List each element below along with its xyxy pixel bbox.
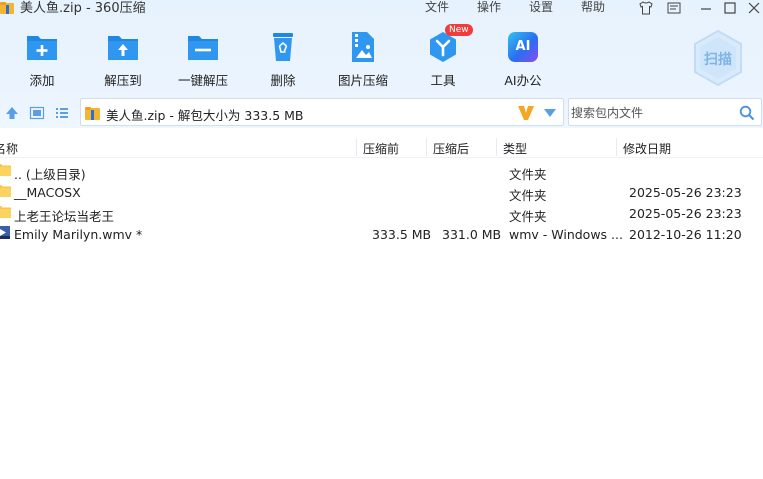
- file-size-after: 331.0 MB: [442, 227, 502, 242]
- extract-folder-icon: [108, 36, 138, 60]
- zip-file-icon: [85, 107, 100, 120]
- address-path: 美人鱼.zip - 解包大小为 333.5 MB: [106, 108, 304, 123]
- file-name: __MACOSX: [14, 185, 81, 200]
- ai-office-label: AI办公: [504, 73, 542, 88]
- maximize-icon[interactable]: [722, 1, 738, 15]
- extract-to-button[interactable]: 解压到: [83, 30, 163, 90]
- file-modified: 2025-05-26 23:23: [629, 206, 742, 221]
- ai-icon-text: AI: [515, 39, 531, 54]
- table-row[interactable]: Emily Marilyn.wmv * 333.5 MB 331.0 MB wm…: [0, 223, 763, 244]
- column-type[interactable]: 类型: [503, 140, 527, 157]
- column-modified[interactable]: 修改日期: [623, 140, 671, 157]
- thumbnail-view-icon[interactable]: [29, 105, 45, 121]
- title-bar: 美人鱼.zip - 360压缩 文件 操作 设置 帮助: [0, 0, 763, 18]
- minimize-icon[interactable]: [698, 1, 714, 15]
- file-name: Emily Marilyn.wmv *: [14, 227, 143, 242]
- table-header: 名称 压缩前 压缩后 类型 修改日期: [0, 136, 763, 158]
- one-click-extract-label: 一键解压: [177, 73, 228, 88]
- file-modified: 2012-10-26 11:20: [629, 227, 742, 242]
- skin-icon[interactable]: [638, 1, 654, 15]
- one-click-extract-button[interactable]: 一键解压: [163, 30, 243, 90]
- new-badge: New: [445, 24, 473, 36]
- zip-app-icon: [0, 2, 14, 14]
- chevron-down-icon[interactable]: [544, 109, 556, 117]
- column-name[interactable]: 名称: [0, 140, 18, 157]
- menu-operate[interactable]: 操作: [477, 0, 501, 15]
- add-label: 添加: [29, 73, 55, 88]
- column-divider[interactable]: [496, 138, 497, 156]
- quick-extract-icon: [188, 36, 218, 60]
- search-icon[interactable]: [739, 105, 755, 121]
- search-box[interactable]: [568, 98, 762, 126]
- extract-to-label: 解压到: [104, 73, 142, 88]
- column-before[interactable]: 压缩前: [363, 140, 399, 157]
- table-row[interactable]: __MACOSX 文件夹 2025-05-26 23:23: [0, 181, 763, 203]
- ai-office-icon: AI: [508, 32, 538, 62]
- table-row[interactable]: 上老王论坛当老王 文件夹 2025-05-26 23:23: [0, 202, 763, 224]
- up-arrow-icon[interactable]: [4, 105, 20, 121]
- scan-label: 扫描: [704, 52, 732, 68]
- folder-icon: [0, 206, 11, 218]
- ai-office-button[interactable]: AI AI办公: [483, 30, 563, 90]
- column-divider[interactable]: [356, 138, 357, 156]
- delete-label: 删除: [270, 73, 296, 88]
- folder-icon: [0, 185, 11, 197]
- add-folder-icon: [27, 36, 57, 60]
- file-type: wmv - Windows ...: [509, 227, 623, 242]
- delete-button[interactable]: 删除: [243, 30, 323, 90]
- image-compress-label: 图片压缩: [337, 73, 388, 88]
- file-modified: 2025-05-26 23:23: [629, 185, 742, 200]
- video-file-icon: [0, 226, 10, 239]
- list-view-icon[interactable]: [54, 105, 70, 121]
- v-logo-icon[interactable]: [517, 105, 535, 121]
- add-button[interactable]: 添加: [2, 30, 82, 90]
- search-input[interactable]: [571, 104, 731, 121]
- menu-file[interactable]: 文件: [425, 0, 449, 15]
- folder-icon: [0, 164, 11, 176]
- menu-settings[interactable]: 设置: [529, 0, 553, 15]
- feedback-icon[interactable]: [666, 1, 682, 15]
- close-icon[interactable]: [746, 1, 762, 15]
- tools-label: 工具: [430, 73, 456, 88]
- address-bar[interactable]: 美人鱼.zip - 解包大小为 333.5 MB: [80, 98, 564, 126]
- column-after[interactable]: 压缩后: [433, 140, 469, 157]
- recycle-bin-icon: [273, 33, 293, 61]
- tools-button[interactable]: New 工具: [403, 24, 483, 90]
- column-divider[interactable]: [616, 138, 617, 156]
- file-size-before: 333.5 MB: [372, 227, 432, 242]
- column-divider[interactable]: [426, 138, 427, 156]
- menu-help[interactable]: 帮助: [581, 0, 605, 15]
- image-compress-button[interactable]: 图片压缩: [323, 30, 403, 90]
- image-compress-icon: [352, 32, 374, 62]
- scan-button[interactable]: 扫描: [691, 29, 745, 87]
- window-title: 美人鱼.zip - 360压缩: [20, 1, 146, 16]
- table-row[interactable]: .. (上级目录) 文件夹: [0, 160, 763, 182]
